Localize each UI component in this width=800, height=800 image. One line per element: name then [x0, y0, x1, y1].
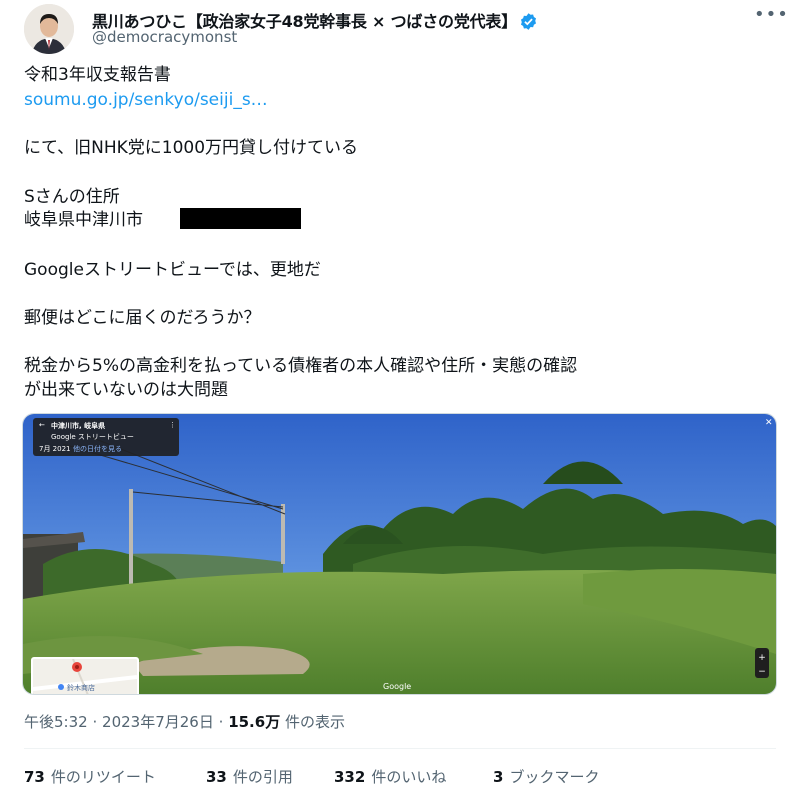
street-view-place: 中津川市, 岐阜県 — [51, 422, 106, 430]
street-view-photo: + − ✕ — [23, 414, 776, 694]
google-watermark: Google — [383, 682, 412, 691]
post-text-line: 岐阜県中津川市 — [24, 210, 143, 230]
street-view-info-panel: ← 中津川市, 岐阜県 ⋮ Google ストリートビュー 7月 2021 他の… — [33, 418, 179, 456]
retweet-stat[interactable]: 73 件のリツイート — [24, 766, 156, 787]
avatar[interactable] — [24, 4, 74, 54]
meta-separator: · — [92, 713, 98, 731]
bookmark-stat[interactable]: 3 ブックマーク — [493, 766, 599, 787]
street-view-minimap[interactable]: 鈴木商店 — [31, 657, 139, 694]
post-text-line: Googleストリートビューでは、更地だ — [24, 260, 321, 280]
quote-stat[interactable]: 33 件の引用 — [206, 766, 293, 787]
post-text-line: にて、旧NHK党に1000万円貸し付けている — [24, 138, 359, 158]
post-text-line: Sさんの住所 — [24, 187, 120, 207]
post-date[interactable]: 2023年7月26日 — [102, 713, 214, 731]
post-meta: 午後5:32 · 2023年7月26日 · 15.6万 件の表示 — [24, 711, 345, 732]
svg-text:✕: ✕ — [765, 418, 773, 428]
post-text-line: 税金から5%の高金利を払っている債権者の本人確認や住所・実態の確認 — [24, 356, 578, 376]
meta-separator: · — [218, 713, 224, 731]
svg-text:+: + — [758, 653, 766, 663]
retweet-label: 件のリツイート — [50, 768, 156, 786]
street-view-image[interactable]: + − ✕ ← 中津川市, 岐阜県 ⋮ Google ストリートビュー 7月 2… — [22, 413, 777, 695]
bookmark-count: 3 — [493, 768, 504, 786]
more-horizontal-icon: ••• — [754, 4, 789, 25]
quote-label: 件の引用 — [232, 768, 293, 786]
quote-count: 33 — [206, 768, 227, 786]
post-text-line: 令和3年収支報告書 — [24, 65, 171, 85]
like-count: 332 — [334, 768, 366, 786]
svg-text:−: − — [758, 667, 766, 677]
street-view-more-dates[interactable]: 他の日付を見る — [73, 444, 122, 454]
like-label: 件のいいね — [371, 768, 447, 786]
view-count: 15.6万 — [228, 713, 281, 731]
street-view-provider: Google ストリートビュー — [51, 433, 134, 441]
redaction-box — [180, 208, 301, 229]
author-handle[interactable]: @democracymonst — [92, 28, 237, 46]
view-label: 件の表示 — [284, 713, 345, 731]
like-stat[interactable]: 332 件のいいね — [334, 766, 446, 787]
divider — [24, 748, 776, 749]
street-view-date: 7月 2021 — [39, 445, 71, 453]
retweet-count: 73 — [24, 768, 45, 786]
more-options-button[interactable]: ••• — [754, 6, 788, 28]
bookmark-label: ブックマーク — [509, 768, 600, 786]
post-time[interactable]: 午後5:32 — [24, 713, 88, 731]
minimap-label: 鈴木商店 — [67, 684, 95, 692]
menu-icon[interactable]: ⋮ — [169, 421, 176, 429]
post-link[interactable]: soumu.go.jp/senkyo/seiji_s… — [24, 88, 268, 112]
verified-badge-icon — [519, 12, 538, 31]
post-text-line: が出来ていないのは大問題 — [24, 380, 228, 400]
post-text-line: 郵便はどこに届くのだろうか？ — [24, 308, 261, 328]
back-arrow-icon[interactable]: ← — [39, 421, 45, 429]
